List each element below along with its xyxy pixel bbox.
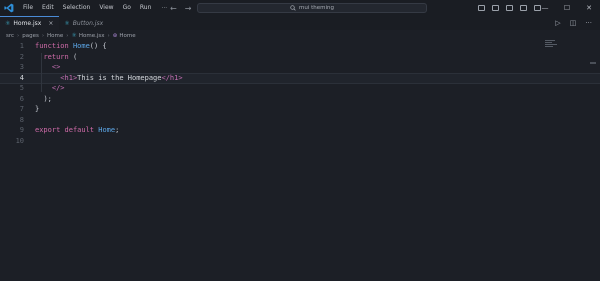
code-line[interactable]: 3 <> <box>0 62 600 73</box>
react-file-icon: ⚛ <box>5 20 11 27</box>
code-editor[interactable]: 1 function Home() {2 return (3 <> 4 <h1>Th… <box>0 41 600 281</box>
code-text[interactable]: function Home() { <box>35 41 107 52</box>
indent-guide <box>41 53 42 92</box>
menu-file[interactable]: File <box>19 0 38 16</box>
forward-arrow-icon[interactable]: → <box>185 4 192 13</box>
breadcrumb-pages[interactable]: pages <box>22 33 39 39</box>
menu-selection[interactable]: Selection <box>59 0 96 16</box>
command-center-search[interactable]: mui theming <box>197 3 427 13</box>
breadcrumb-home-folder[interactable]: Home <box>47 33 63 39</box>
code-line[interactable]: 6 ); <box>0 94 600 105</box>
tab-button-jsx[interactable]: ⚛ Button.jsx <box>59 16 109 30</box>
react-file-icon: ⚛ <box>71 32 77 39</box>
code-line[interactable]: 5 </> <box>0 83 600 94</box>
breadcrumb-home-symbol[interactable]: Home <box>119 33 135 39</box>
minimap-line <box>545 46 553 47</box>
close-tab-icon[interactable]: × <box>48 20 53 27</box>
vscode-logo-icon <box>4 3 14 13</box>
line-number: 4 <box>19 73 24 82</box>
react-file-icon: ⚛ <box>64 19 70 27</box>
line-number: 1 <box>19 42 24 50</box>
tab-bar: ⚛ Home.jsx × ⚛ Button.jsx <box>0 16 600 30</box>
line-number: 8 <box>19 115 24 124</box>
tab-label: Home.jsx <box>13 20 42 27</box>
minimap-line <box>545 44 557 45</box>
breadcrumb-home-file[interactable]: Home.jsx <box>79 33 105 39</box>
title-bar: File Edit Selection View Go Run ··· ← → … <box>0 0 600 16</box>
code-line[interactable]: 10 <box>0 136 600 147</box>
menu-go[interactable]: Go <box>119 0 136 16</box>
chevron-right-icon: › <box>17 32 20 39</box>
code-text[interactable]: ); <box>35 94 51 105</box>
code-line[interactable]: 2 return ( <box>0 52 600 63</box>
toggle-sidebar-icon[interactable] <box>492 5 499 11</box>
minimap-line <box>545 40 555 41</box>
minimize-button[interactable]: — <box>534 0 556 16</box>
scrollbar-marker[interactable] <box>590 62 596 64</box>
layout-controls <box>478 0 541 16</box>
split-editor-icon[interactable]: ◫ <box>570 19 577 27</box>
code-text[interactable]: <> <box>35 62 60 73</box>
search-text: mui theming <box>298 5 334 11</box>
line-number: 7 <box>19 105 24 113</box>
line-number: 6 <box>19 94 24 103</box>
copilot-icon[interactable] <box>478 5 485 11</box>
code-line[interactable]: 1 function Home() { <box>0 41 600 52</box>
window-controls: — ☐ ✕ <box>534 0 600 16</box>
line-number: 5 <box>19 84 24 92</box>
line-number: 3 <box>19 63 24 71</box>
code-line[interactable]: 7} <box>0 104 600 115</box>
editor-actions: ▷ ◫ ··· <box>555 16 592 30</box>
navigation-arrows: ← → <box>170 0 191 16</box>
back-arrow-icon[interactable]: ← <box>170 4 177 13</box>
code-line[interactable]: 4 <h1>This is the Homepage</h1> <box>0 72 600 84</box>
line-number: 2 <box>19 52 24 61</box>
symbol-icon: ⊛ <box>112 32 118 39</box>
maximize-button[interactable]: ☐ <box>556 0 578 16</box>
search-icon <box>290 5 296 11</box>
code-line[interactable]: 8 <box>0 115 600 126</box>
chevron-right-icon: › <box>107 32 110 39</box>
toggle-secondary-sidebar-icon[interactable] <box>520 5 527 11</box>
menu-run[interactable]: Run <box>136 0 157 16</box>
menu-edit[interactable]: Edit <box>38 0 59 16</box>
code-text[interactable]: export default Home; <box>35 125 119 136</box>
line-number: 9 <box>19 126 24 134</box>
breadcrumb: src › pages › Home › ⚛ Home.jsx › ⊛ Home <box>6 31 136 40</box>
minimap-line <box>545 42 552 43</box>
chevron-right-icon: › <box>66 32 69 39</box>
run-icon[interactable]: ▷ <box>555 19 560 27</box>
code-text[interactable]: } <box>35 104 39 115</box>
code-text[interactable]: </> <box>35 83 65 94</box>
chevron-right-icon: › <box>41 32 45 39</box>
code-text[interactable]: <h1>This is the Homepage</h1> <box>35 74 182 83</box>
tab-label: Button.jsx <box>72 19 104 27</box>
close-window-button[interactable]: ✕ <box>578 0 600 16</box>
minimap[interactable] <box>545 40 559 48</box>
line-number: 10 <box>15 136 24 145</box>
more-actions-icon[interactable]: ··· <box>585 19 592 27</box>
toggle-panel-icon[interactable] <box>506 5 513 11</box>
breadcrumb-src[interactable]: src <box>6 33 14 39</box>
code-line[interactable]: 9 export default Home; <box>0 125 600 136</box>
tab-home-jsx[interactable]: ⚛ Home.jsx × <box>0 16 60 30</box>
menu-view[interactable]: View <box>95 0 118 16</box>
